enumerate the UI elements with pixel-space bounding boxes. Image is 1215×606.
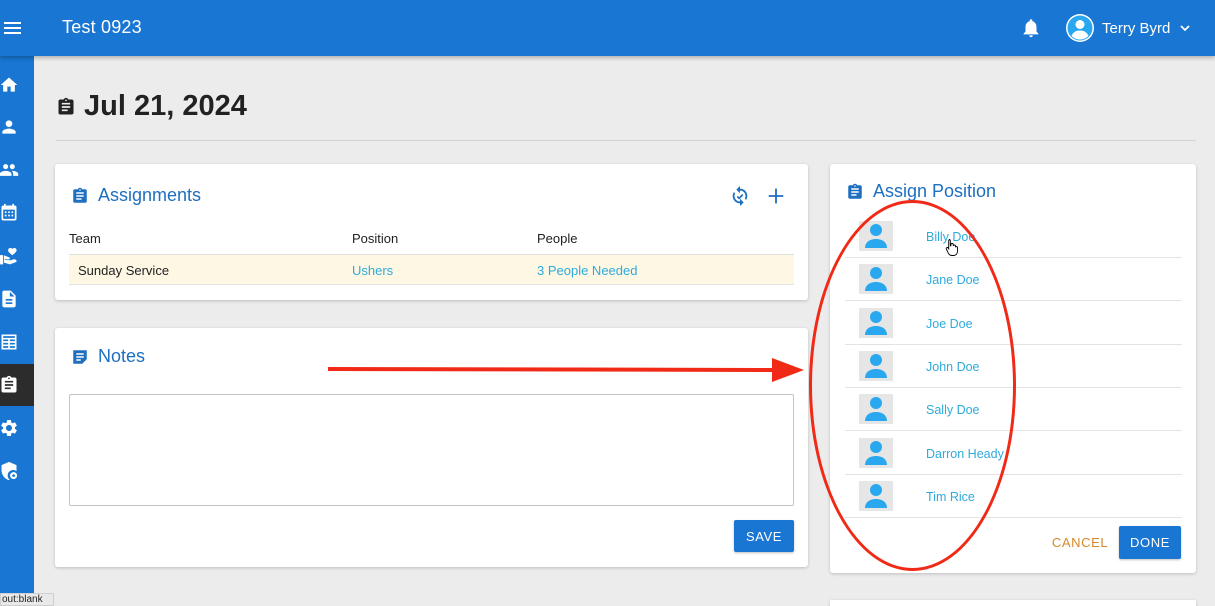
- person-row[interactable]: Joe Doe: [845, 302, 1182, 345]
- people-icon: [0, 164, 19, 176]
- person-name: Jane Doe: [926, 273, 980, 287]
- person-avatar: [859, 481, 893, 511]
- assignments-heading: Assignments: [71, 185, 201, 206]
- save-button[interactable]: SAVE: [734, 520, 794, 552]
- sidebar-item-home[interactable]: [0, 64, 34, 106]
- document-icon: [2, 290, 16, 308]
- user-menu[interactable]: Terry Byrd: [1065, 12, 1192, 44]
- column-header-team: Team: [69, 231, 101, 246]
- person-name: Tim Rice: [926, 490, 975, 504]
- assignments-title: Assignments: [98, 185, 202, 205]
- list-table-icon: [1, 334, 17, 350]
- person-icon: [865, 224, 887, 248]
- page-heading: Jul 21, 2024: [56, 90, 247, 123]
- column-header-people: People: [537, 231, 578, 246]
- person-row[interactable]: John Doe: [845, 345, 1182, 388]
- person-icon: [865, 267, 887, 291]
- person-name: Sally Doe: [926, 403, 980, 417]
- person-icon: [2, 120, 16, 134]
- clipboard-icon: [58, 97, 74, 114]
- person-avatar: [859, 221, 893, 251]
- person-name: Joe Doe: [926, 317, 973, 331]
- person-row[interactable]: Tim Rice: [845, 475, 1182, 518]
- chevron-down-icon: [1180, 25, 1190, 32]
- assign-position-heading: Assign Position: [846, 181, 996, 202]
- person-name: Billy Doe: [926, 230, 976, 244]
- page-title: Jul 21, 2024: [84, 90, 247, 122]
- assign-position-title: Assign Position: [873, 181, 997, 201]
- bell-icon[interactable]: [1020, 17, 1042, 39]
- sidebar-item-people[interactable]: [0, 106, 34, 148]
- app-header: Test 0923 Terry Byrd: [0, 0, 1215, 56]
- clipboard-icon: [1, 375, 17, 393]
- gear-icon: [1, 420, 17, 436]
- person-icon: [865, 311, 887, 335]
- sidebar-item-calendar[interactable]: [0, 192, 34, 234]
- clipboard-icon: [848, 183, 862, 199]
- cancel-button[interactable]: CANCEL: [1048, 528, 1112, 556]
- user-name: Terry Byrd: [1102, 19, 1171, 37]
- person-icon: [865, 484, 887, 508]
- person-icon: [865, 441, 887, 465]
- calendar-icon: [1, 203, 17, 221]
- sidebar-item-plans[interactable]: [0, 364, 34, 406]
- status-bar-url: out:blank: [0, 593, 54, 606]
- sidebar-item-groups[interactable]: [0, 149, 34, 191]
- people-needed-link[interactable]: 3 People Needed: [537, 263, 637, 278]
- done-button[interactable]: DONE: [1119, 526, 1181, 559]
- table-row: Sunday Service Ushers 3 People Needed: [69, 255, 794, 285]
- team-cell: Sunday Service: [78, 263, 170, 278]
- donation-hand-heart-icon: [0, 248, 17, 265]
- hamburger-menu-icon[interactable]: [0, 16, 26, 40]
- person-name: John Doe: [926, 360, 980, 374]
- column-header-position: Position: [352, 231, 399, 246]
- person-icon: [865, 354, 887, 378]
- sidebar-item-lists[interactable]: [0, 321, 34, 363]
- sidebar-item-documents[interactable]: [0, 278, 34, 320]
- home-icon: [0, 77, 18, 92]
- next-card: [830, 600, 1196, 606]
- sidebar: [0, 56, 34, 606]
- divider: [56, 140, 1196, 141]
- user-avatar-icon: [1066, 14, 1094, 42]
- person-icon: [865, 397, 887, 421]
- notes-textarea[interactable]: [69, 394, 794, 506]
- person-avatar: [859, 264, 893, 294]
- sidebar-item-admin[interactable]: [0, 450, 34, 492]
- notes-icon: [73, 349, 87, 364]
- clipboard-icon: [73, 187, 87, 203]
- person-row[interactable]: Darron Heady: [845, 432, 1182, 475]
- person-avatar: [859, 308, 893, 338]
- sync-icon[interactable]: [729, 185, 751, 207]
- person-row[interactable]: Jane Doe: [845, 258, 1182, 301]
- person-avatar: [859, 351, 893, 381]
- sidebar-item-donations[interactable]: [0, 235, 34, 277]
- person-name: Darron Heady: [926, 447, 1004, 461]
- admin-shield-icon: [1, 461, 18, 481]
- app-title: Test 0923: [62, 17, 142, 37]
- position-link[interactable]: Ushers: [352, 263, 393, 278]
- add-icon[interactable]: [765, 185, 787, 207]
- notes-heading: Notes: [71, 346, 145, 367]
- person-avatar: [859, 394, 893, 424]
- notes-title: Notes: [98, 346, 146, 366]
- sidebar-item-settings[interactable]: [0, 407, 34, 449]
- person-row[interactable]: Sally Doe: [845, 388, 1182, 431]
- person-row[interactable]: Billy Doe: [845, 215, 1182, 258]
- person-avatar: [859, 438, 893, 468]
